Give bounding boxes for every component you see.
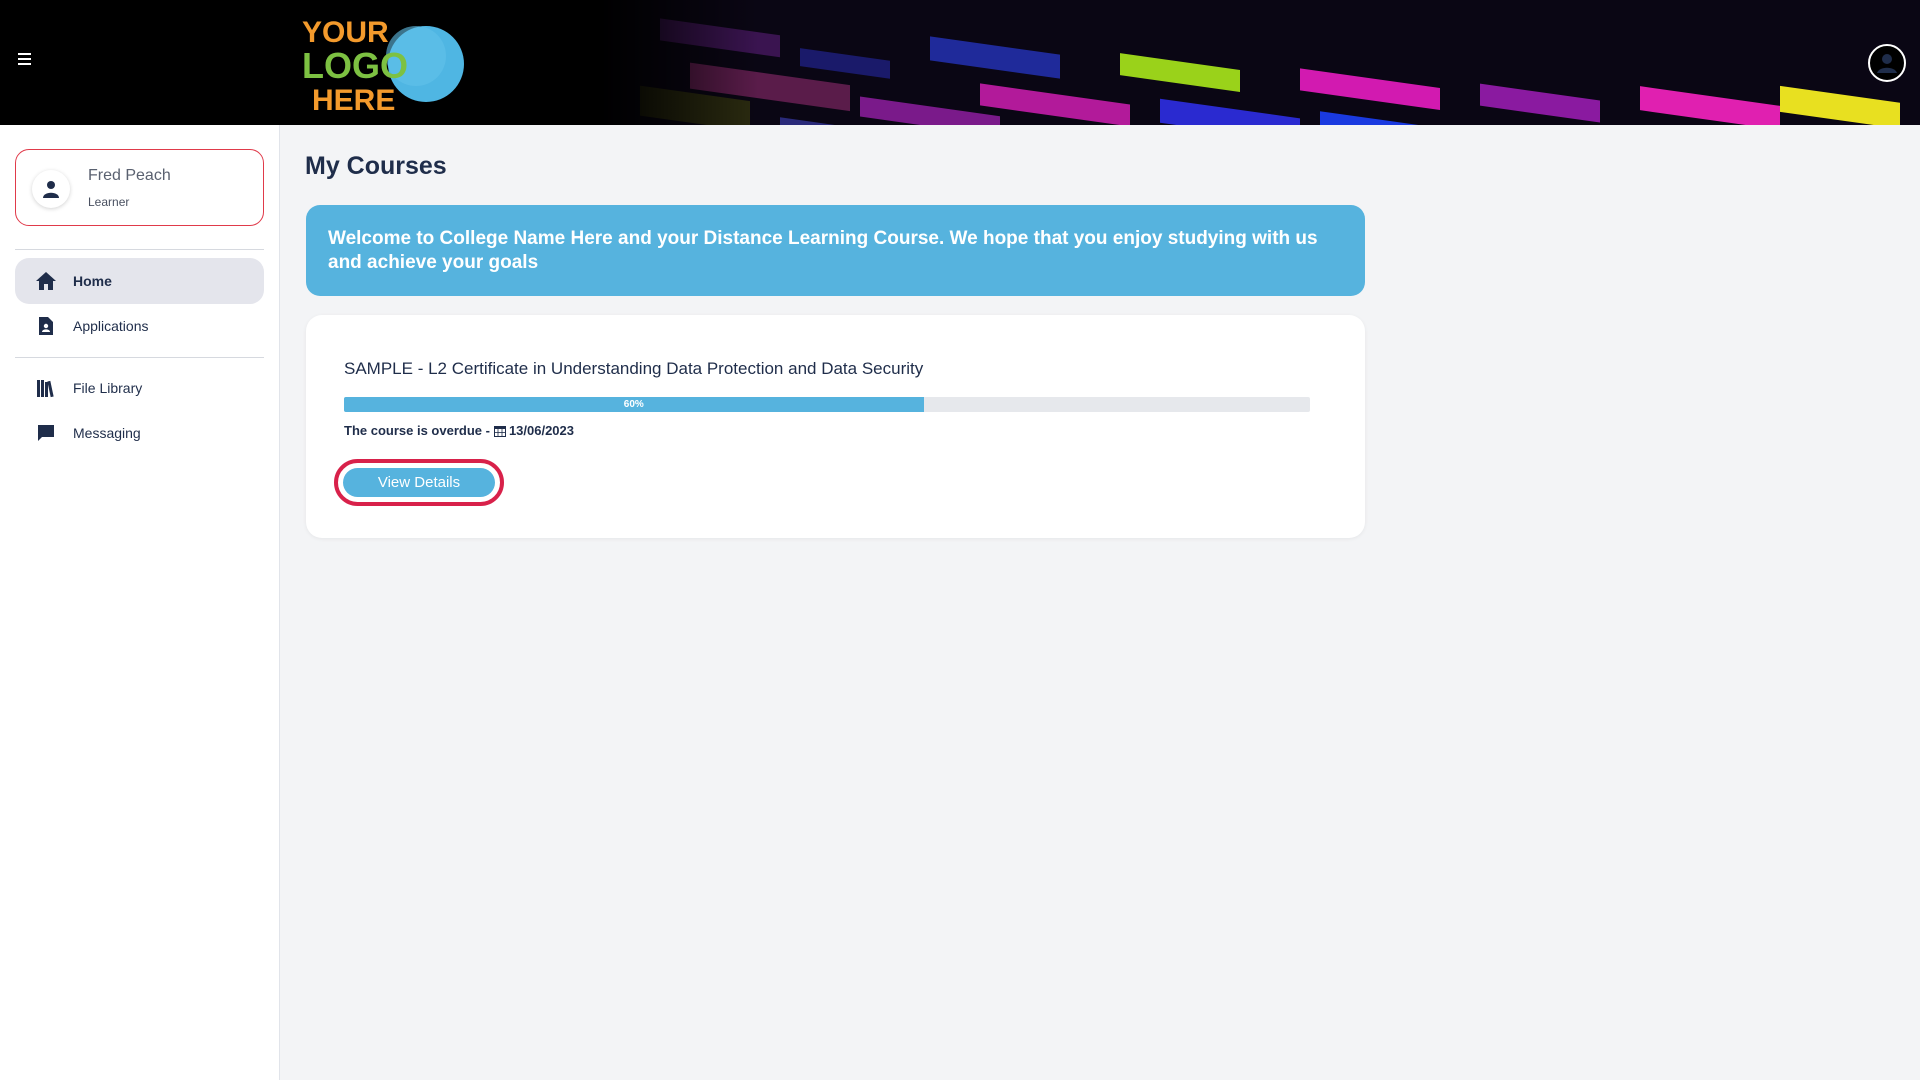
sidebar: Fred Peach Learner Home Applications Fil…: [0, 125, 280, 1080]
svg-text:HERE: HERE: [312, 84, 395, 116]
calendar-icon: [493, 425, 506, 437]
chat-icon: [35, 422, 57, 444]
sidebar-item-label: Applications: [73, 318, 149, 334]
sidebar-divider: [15, 249, 264, 250]
college-logo[interactable]: YOUR LOGO HERE: [298, 12, 468, 116]
sidebar-item-messaging[interactable]: Messaging: [15, 410, 264, 456]
home-icon: [35, 270, 57, 292]
svg-text:LOGO: LOGO: [302, 45, 408, 86]
sidebar-item-file-library[interactable]: File Library: [15, 365, 264, 411]
due-date: 13/06/2023: [508, 423, 575, 438]
view-details-highlight: View Details: [334, 459, 504, 506]
person-icon: [32, 170, 70, 208]
profile-button[interactable]: [1868, 44, 1906, 82]
user-profile-card[interactable]: Fred Peach Learner: [15, 149, 264, 226]
sidebar-item-label: Home: [73, 273, 112, 289]
hamburger-menu-icon[interactable]: [18, 50, 40, 72]
overdue-text: The course is overdue -: [344, 423, 490, 438]
top-header: YOUR LOGO HERE: [0, 0, 1920, 125]
welcome-banner: Welcome to College Name Here and your Di…: [306, 205, 1365, 296]
account-circle-icon: [1877, 54, 1897, 73]
user-name: Fred Peach: [88, 167, 171, 184]
sidebar-item-label: Messaging: [73, 425, 141, 441]
sidebar-divider: [15, 357, 264, 358]
header-banner-image: [600, 0, 1920, 125]
sidebar-item-home[interactable]: Home: [15, 258, 264, 304]
view-details-button[interactable]: View Details: [343, 468, 495, 497]
sidebar-item-applications[interactable]: Applications: [15, 303, 264, 349]
page-title: My Courses: [305, 152, 447, 180]
course-title: SAMPLE - L2 Certificate in Understanding…: [344, 359, 924, 378]
overdue-status: The course is overdue - 13/06/2023: [344, 423, 574, 438]
document-icon: [35, 315, 57, 337]
user-role: Learner: [88, 195, 130, 209]
sidebar-item-label: File Library: [73, 380, 143, 396]
progress-fill: 60%: [344, 397, 924, 412]
library-icon: [35, 377, 57, 399]
course-card: SAMPLE - L2 Certificate in Understanding…: [306, 315, 1365, 538]
progress-label: 60%: [623, 399, 644, 410]
course-progress-bar: 60%: [344, 397, 1310, 412]
